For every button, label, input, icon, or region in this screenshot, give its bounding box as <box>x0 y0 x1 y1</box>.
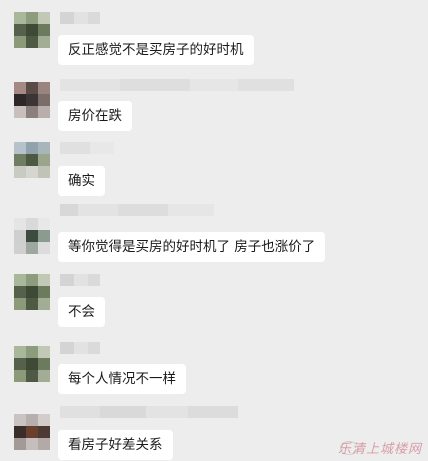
avatar[interactable] <box>14 218 50 254</box>
avatar[interactable] <box>14 12 50 48</box>
message-bubble[interactable]: 不会 <box>58 297 105 327</box>
message-bubble[interactable]: 每个人情况不一样 <box>58 364 186 394</box>
message-bubble[interactable]: 反正感觉不是买房子的好时机 <box>58 35 254 65</box>
chat-message: 每个人情况不一样 <box>0 336 428 398</box>
message-bubble[interactable]: 看房子好差关系 <box>58 430 173 460</box>
avatar[interactable] <box>14 82 50 118</box>
sender-name-blurred <box>60 204 214 216</box>
message-bubble[interactable]: 确实 <box>58 166 105 196</box>
avatar[interactable] <box>14 414 50 450</box>
message-bubble[interactable]: 等你觉得是买房的好时机了 房子也涨价了 <box>58 232 326 262</box>
sender-name-blurred <box>60 274 100 286</box>
sender-name-blurred <box>60 79 294 91</box>
chat-message: 反正感觉不是买房子的好时机 <box>0 8 428 70</box>
watermark: 乐清上城楼网 <box>337 442 422 457</box>
avatar[interactable] <box>14 346 50 382</box>
sender-name-blurred <box>60 142 114 154</box>
avatar[interactable] <box>14 142 50 178</box>
chat-message: 房价在跌 <box>0 74 428 136</box>
message-bubble[interactable]: 房价在跌 <box>58 101 132 131</box>
sender-name-blurred <box>60 342 100 354</box>
avatar[interactable] <box>14 274 50 310</box>
chat-message: 等你觉得是买房的好时机了 房子也涨价了 <box>0 204 428 266</box>
chat-message: 不会 <box>0 268 428 330</box>
chat-message: 确实 <box>0 140 428 202</box>
chat-message-list: 反正感觉不是买房子的好时机 房价在跌 确实 等你觉得是买房的好时机了 房子也涨价… <box>0 0 428 461</box>
sender-name-blurred <box>60 12 100 24</box>
sender-name-blurred <box>60 406 238 418</box>
